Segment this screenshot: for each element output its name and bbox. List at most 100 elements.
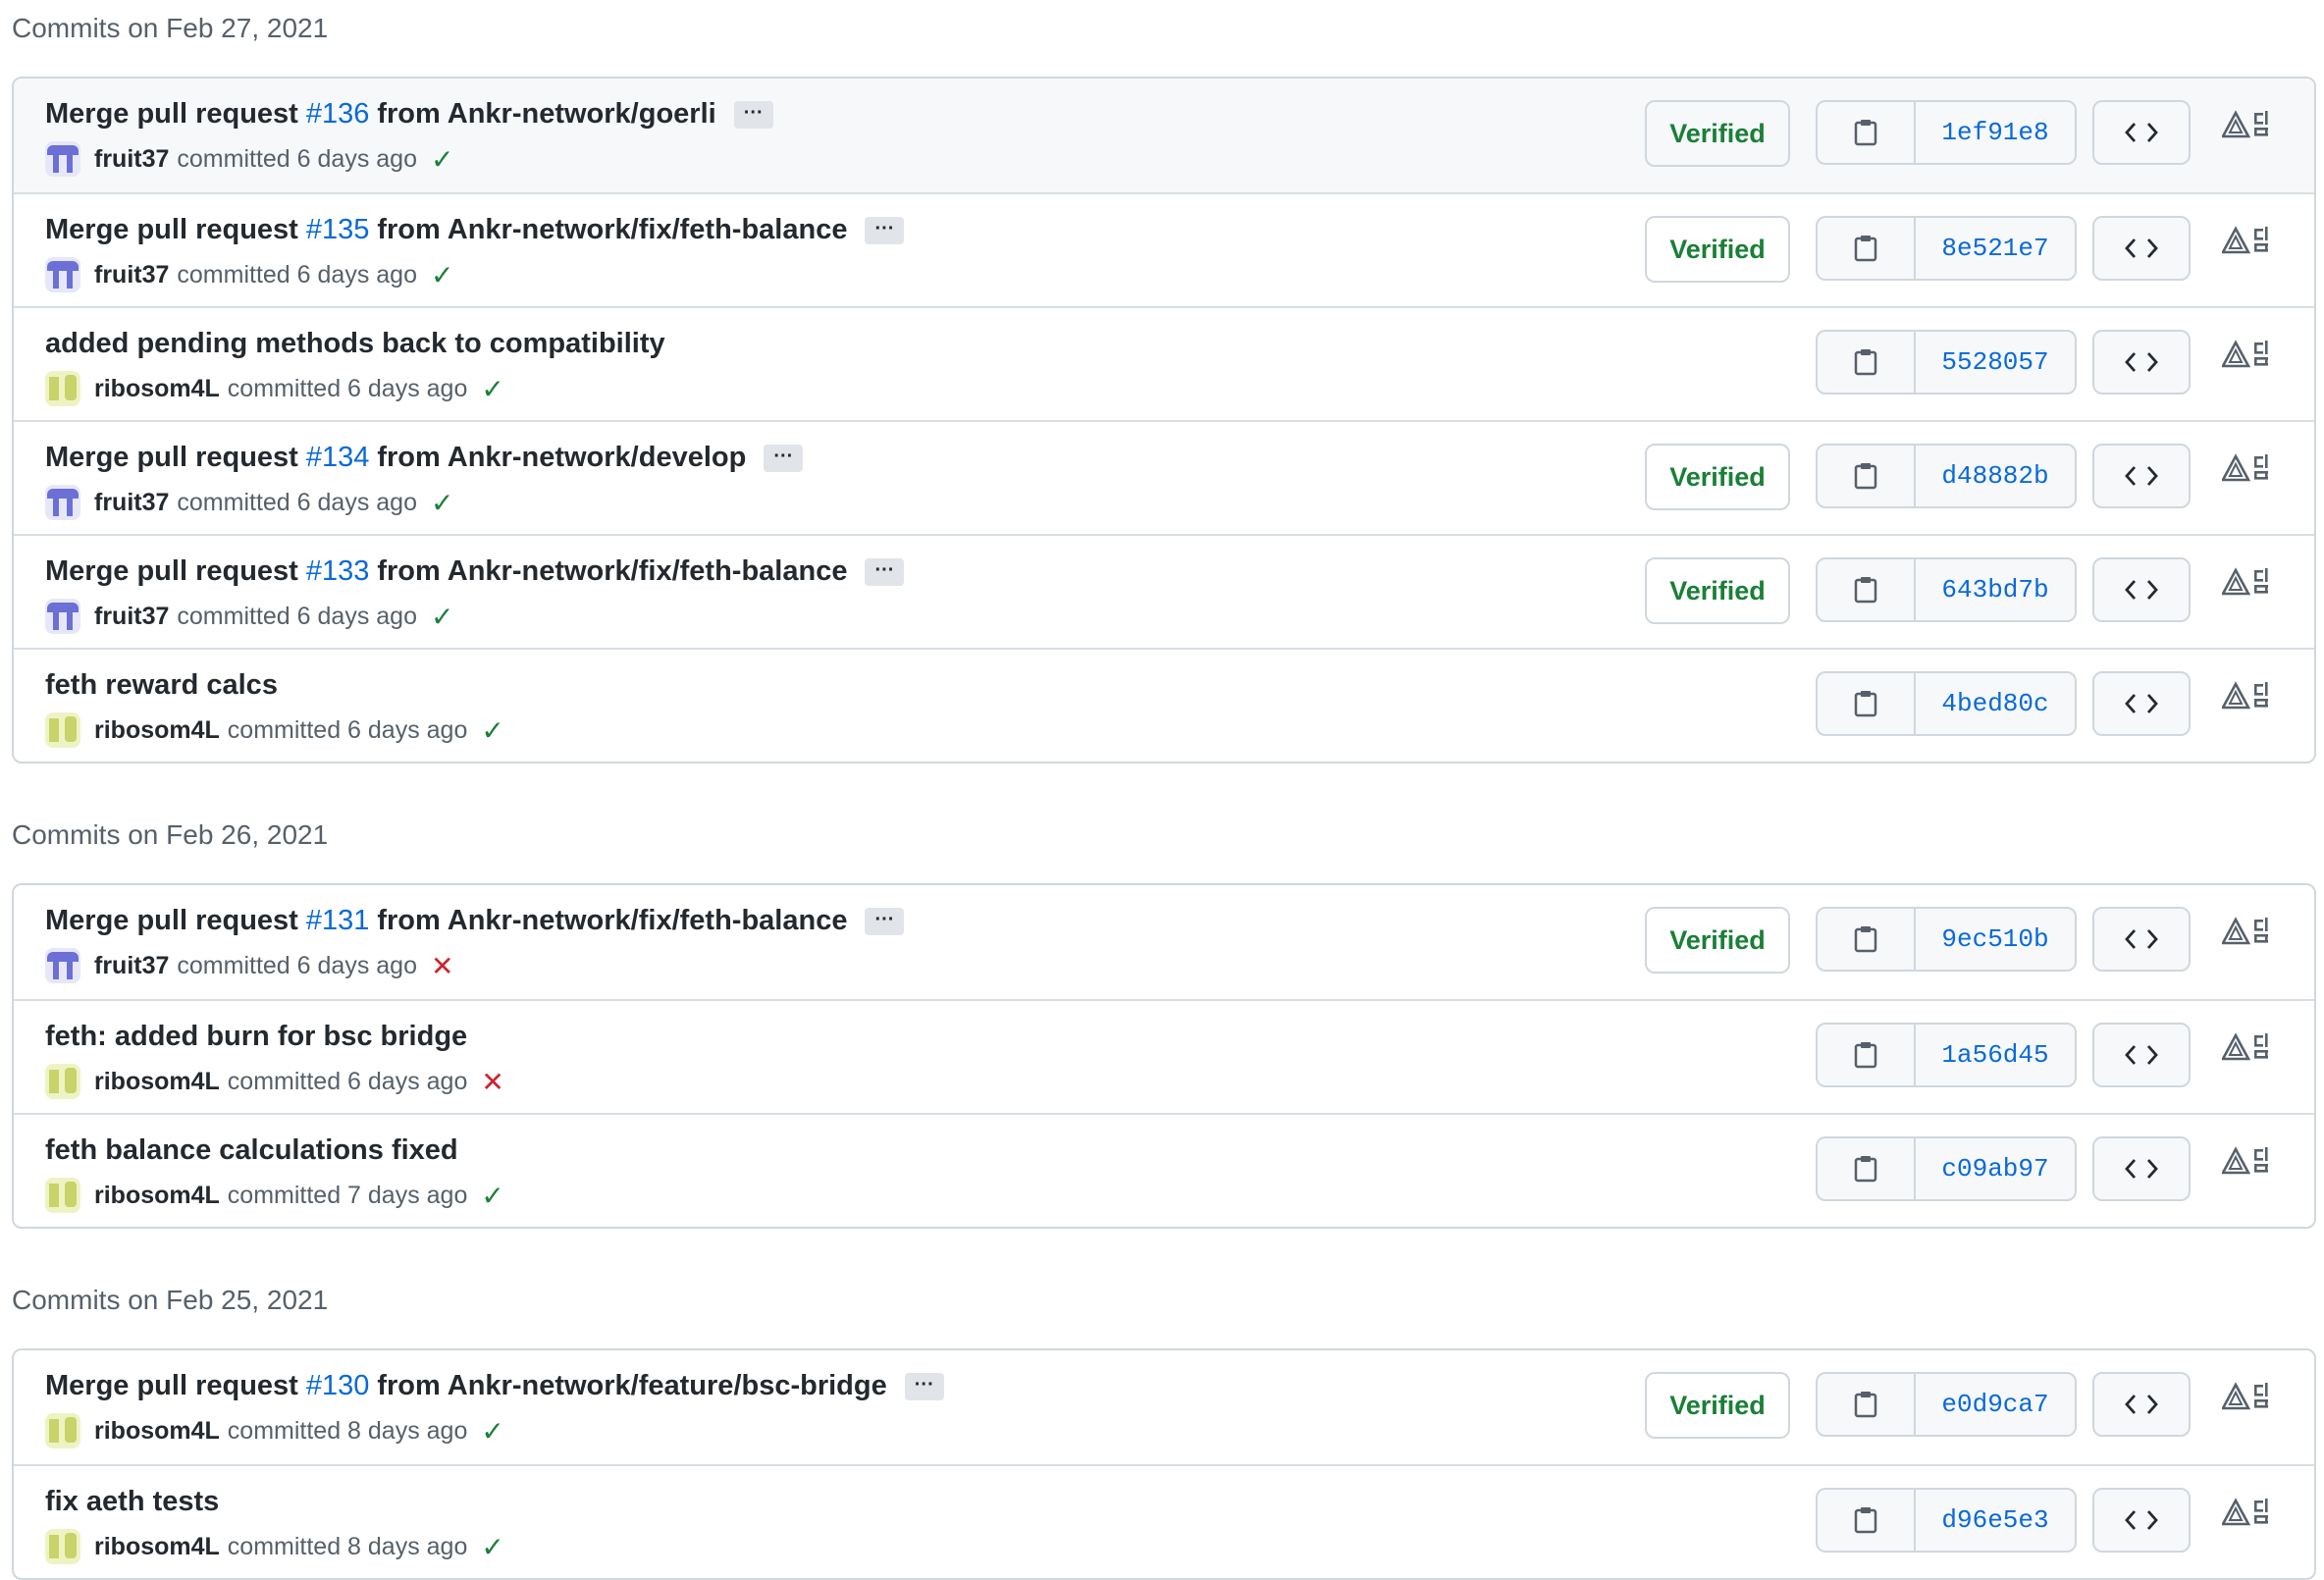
check-icon[interactable]: ✓ <box>481 714 503 747</box>
ankr-extension-icon[interactable] <box>2222 1382 2273 1413</box>
avatar[interactable] <box>45 1529 80 1564</box>
verified-badge[interactable]: Verified <box>1645 907 1790 974</box>
browse-files-button[interactable] <box>2092 907 2191 972</box>
commit-sha-link[interactable]: 1a56d45 <box>1916 1025 2075 1085</box>
copy-sha-button[interactable] <box>1818 1490 1916 1551</box>
pull-request-link[interactable]: #130 <box>306 1370 370 1402</box>
copy-sha-button[interactable] <box>1818 673 1916 734</box>
expand-message-button[interactable]: ··· <box>904 1372 944 1400</box>
commit-message-branch[interactable]: from Ankr-network/develop <box>377 442 746 474</box>
copy-sha-button[interactable] <box>1818 1025 1916 1085</box>
commit-message-text[interactable]: added pending methods back to compatibil… <box>45 328 665 360</box>
commit-author[interactable]: ribosom4L <box>94 716 220 745</box>
commit-message-branch[interactable]: from Ankr-network/fix/feth-balance <box>377 214 847 246</box>
commit-sha-link[interactable]: 643bd7b <box>1916 559 2075 620</box>
check-icon[interactable]: ✓ <box>481 373 503 405</box>
check-icon[interactable]: ✓ <box>481 1531 503 1563</box>
commit-message-text[interactable]: feth: added burn for bsc bridge <box>45 1021 467 1053</box>
commit-message[interactable]: fix aeth tests <box>45 1486 219 1518</box>
commit-sha-link[interactable]: 8e521e7 <box>1916 218 2075 279</box>
commit-message-text[interactable]: Merge pull request <box>45 214 298 246</box>
commit-message-branch[interactable]: from Ankr-network/feature/bsc-bridge <box>377 1370 886 1402</box>
commit-message-text[interactable]: Merge pull request <box>45 905 298 937</box>
check-icon[interactable]: ✓ <box>431 259 453 291</box>
commit-author[interactable]: ribosom4L <box>94 375 220 403</box>
commit-message-text[interactable]: Merge pull request <box>45 442 298 474</box>
ankr-extension-icon[interactable] <box>2222 110 2273 141</box>
pull-request-link[interactable]: #136 <box>306 98 370 131</box>
check-icon[interactable]: ✓ <box>481 1180 503 1212</box>
commit-sha-link[interactable]: 5528057 <box>1916 332 2075 393</box>
copy-sha-button[interactable] <box>1818 218 1916 279</box>
copy-sha-button[interactable] <box>1818 102 1916 163</box>
commit-message[interactable]: Merge pull request #131 from Ankr-networ… <box>45 905 905 937</box>
verified-badge[interactable]: Verified <box>1645 1372 1790 1439</box>
avatar[interactable] <box>45 257 80 292</box>
commit-sha-link[interactable]: d96e5e3 <box>1916 1490 2075 1551</box>
commit-message-text[interactable]: feth balance calculations fixed <box>45 1134 458 1167</box>
commit-author[interactable]: fruit37 <box>94 145 169 174</box>
commit-sha-link[interactable]: e0d9ca7 <box>1916 1374 2075 1435</box>
commit-message[interactable]: feth balance calculations fixed <box>45 1134 458 1167</box>
browse-files-button[interactable] <box>2092 671 2191 736</box>
commit-sha-link[interactable]: 4bed80c <box>1916 673 2075 734</box>
commit-message-text[interactable]: fix aeth tests <box>45 1486 219 1518</box>
copy-sha-button[interactable] <box>1818 909 1916 970</box>
copy-sha-button[interactable] <box>1818 559 1916 620</box>
browse-files-button[interactable] <box>2092 444 2191 508</box>
expand-message-button[interactable]: ··· <box>865 557 905 586</box>
commit-author[interactable]: ribosom4L <box>94 1068 220 1096</box>
commit-author[interactable]: ribosom4L <box>94 1533 220 1561</box>
verified-badge[interactable]: Verified <box>1645 444 1790 510</box>
copy-sha-button[interactable] <box>1818 332 1916 393</box>
commit-sha-link[interactable]: 1ef91e8 <box>1916 102 2075 163</box>
avatar[interactable] <box>45 371 80 406</box>
browse-files-button[interactable] <box>2092 557 2191 622</box>
ankr-extension-icon[interactable] <box>2222 226 2273 257</box>
commit-message[interactable]: Merge pull request #136 from Ankr-networ… <box>45 98 773 131</box>
commit-sha-link[interactable]: 9ec510b <box>1916 909 2075 970</box>
commit-message[interactable]: feth: added burn for bsc bridge <box>45 1021 467 1053</box>
commit-sha-link[interactable]: d48882b <box>1916 446 2075 506</box>
copy-sha-button[interactable] <box>1818 446 1916 506</box>
check-icon[interactable]: ✓ <box>431 601 453 633</box>
x-icon[interactable]: ✕ <box>481 1066 503 1098</box>
ankr-extension-icon[interactable] <box>2222 567 2273 599</box>
copy-sha-button[interactable] <box>1818 1374 1916 1435</box>
expand-message-button[interactable]: ··· <box>865 216 905 244</box>
commit-author[interactable]: fruit37 <box>94 261 169 290</box>
ankr-extension-icon[interactable] <box>2222 453 2273 485</box>
pull-request-link[interactable]: #133 <box>306 555 370 588</box>
commit-message-text[interactable]: feth reward calcs <box>45 669 278 702</box>
commit-author[interactable]: ribosom4L <box>94 1417 220 1446</box>
browse-files-button[interactable] <box>2092 1136 2191 1201</box>
avatar[interactable] <box>45 141 80 177</box>
ankr-extension-icon[interactable] <box>2222 340 2273 371</box>
verified-badge[interactable]: Verified <box>1645 216 1790 283</box>
browse-files-button[interactable] <box>2092 330 2191 395</box>
expand-message-button[interactable]: ··· <box>865 907 905 935</box>
commit-message-text[interactable]: Merge pull request <box>45 98 298 131</box>
avatar[interactable] <box>45 1064 80 1099</box>
check-icon[interactable]: ✓ <box>431 143 453 176</box>
commit-message-branch[interactable]: from Ankr-network/goerli <box>377 98 715 131</box>
commit-message[interactable]: added pending methods back to compatibil… <box>45 328 665 360</box>
browse-files-button[interactable] <box>2092 100 2191 165</box>
commit-author[interactable]: fruit37 <box>94 952 169 980</box>
commit-message-branch[interactable]: from Ankr-network/fix/feth-balance <box>377 905 847 937</box>
browse-files-button[interactable] <box>2092 1488 2191 1553</box>
ankr-extension-icon[interactable] <box>2222 1146 2273 1178</box>
avatar[interactable] <box>45 1178 80 1213</box>
avatar[interactable] <box>45 712 80 748</box>
check-icon[interactable]: ✓ <box>431 487 453 519</box>
verified-badge[interactable]: Verified <box>1645 100 1790 167</box>
ankr-extension-icon[interactable] <box>2222 1032 2273 1064</box>
expand-message-button[interactable]: ··· <box>764 444 804 472</box>
commit-message[interactable]: feth reward calcs <box>45 669 278 702</box>
commit-message[interactable]: Merge pull request #135 from Ankr-networ… <box>45 214 905 246</box>
copy-sha-button[interactable] <box>1818 1138 1916 1199</box>
commit-author[interactable]: fruit37 <box>94 489 169 517</box>
x-icon[interactable]: ✕ <box>431 950 453 982</box>
browse-files-button[interactable] <box>2092 1023 2191 1087</box>
ankr-extension-icon[interactable] <box>2222 1498 2273 1529</box>
